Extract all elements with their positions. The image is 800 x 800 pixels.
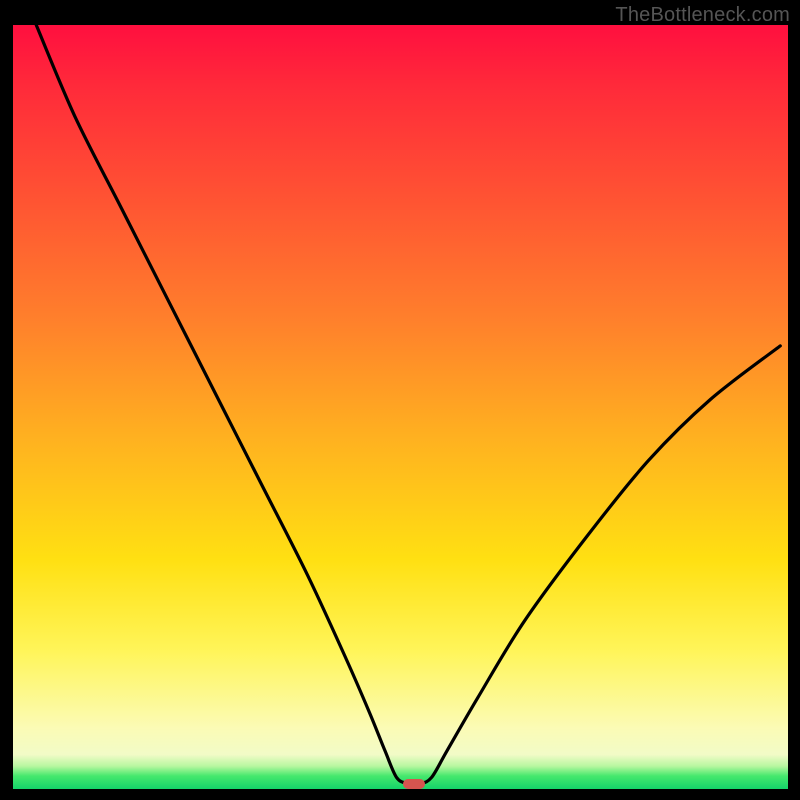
optimal-point-marker <box>403 779 425 789</box>
chart-frame: TheBottleneck.com <box>0 0 800 800</box>
bottleneck-curve-line <box>36 25 780 784</box>
plot-area <box>13 25 788 789</box>
watermark-text: TheBottleneck.com <box>615 4 790 27</box>
bottleneck-curve-svg <box>13 25 788 789</box>
